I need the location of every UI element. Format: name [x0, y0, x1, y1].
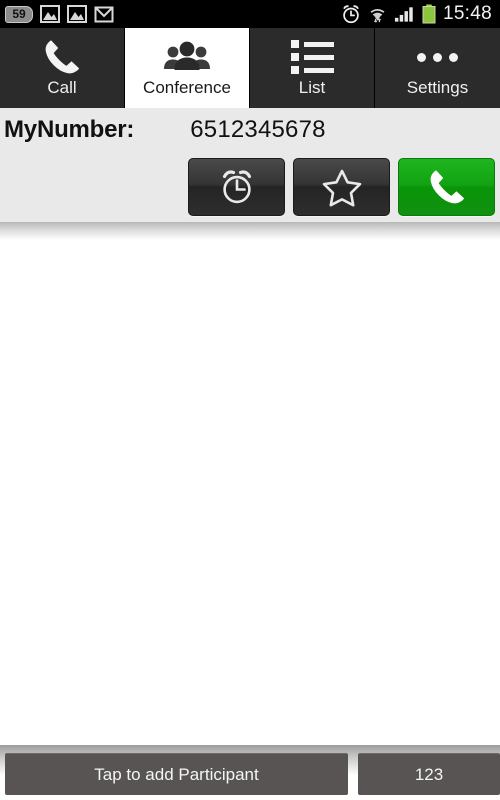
status-bar-clock: 15:48	[442, 3, 492, 24]
tab-label: Call	[47, 78, 77, 97]
battery-icon	[422, 4, 436, 24]
tab-list[interactable]: List	[250, 28, 375, 108]
tab-conference[interactable]: Conference	[125, 28, 250, 108]
participant-list-area[interactable]	[0, 240, 500, 745]
alarm-clock-icon	[343, 5, 359, 24]
star-outline-icon	[322, 169, 361, 207]
tab-settings[interactable]: Settings	[375, 28, 500, 108]
tab-label: Settings	[406, 78, 469, 97]
notification-count-badge: 59	[5, 5, 33, 23]
phone-handset-icon	[430, 170, 464, 204]
gallery-image-icon	[67, 5, 87, 23]
alarm-button[interactable]	[188, 158, 285, 216]
my-number-value[interactable]: 6512345678	[190, 116, 325, 144]
call-button[interactable]	[398, 158, 495, 216]
bulleted-list-icon	[286, 37, 338, 77]
tab-call[interactable]: Call	[0, 28, 125, 108]
status-bar-right-icons: 15:48	[341, 3, 500, 25]
tab-bar: Call Conference List Settings	[0, 28, 500, 108]
tab-label: Conference	[143, 78, 231, 97]
bottom-bar: Tap to add Participant 123	[0, 745, 500, 800]
status-bar: 59 15:48	[0, 0, 500, 28]
header-divider-shadow	[0, 222, 500, 240]
keypad-button[interactable]: 123	[358, 753, 500, 795]
status-bar-left-icons: 59	[0, 5, 114, 23]
add-participant-button[interactable]: Tap to add Participant	[5, 753, 348, 795]
app-window: 59 15:48 Call Conference List Settings M…	[0, 0, 500, 800]
tab-label: List	[298, 78, 326, 97]
my-number-row: MyNumber: 6512345678	[0, 108, 500, 152]
gmail-icon	[94, 6, 114, 22]
my-number-label: MyNumber:	[4, 116, 135, 143]
action-button-row	[188, 158, 495, 216]
three-dots-icon	[412, 37, 464, 77]
alarm-clock-icon	[222, 170, 251, 204]
gallery-image-icon	[40, 5, 60, 23]
phone-handset-icon	[36, 37, 88, 77]
wifi-icon	[370, 8, 385, 23]
favorite-button[interactable]	[293, 158, 390, 216]
signal-bars-icon	[394, 7, 413, 22]
group-people-icon	[161, 37, 213, 77]
